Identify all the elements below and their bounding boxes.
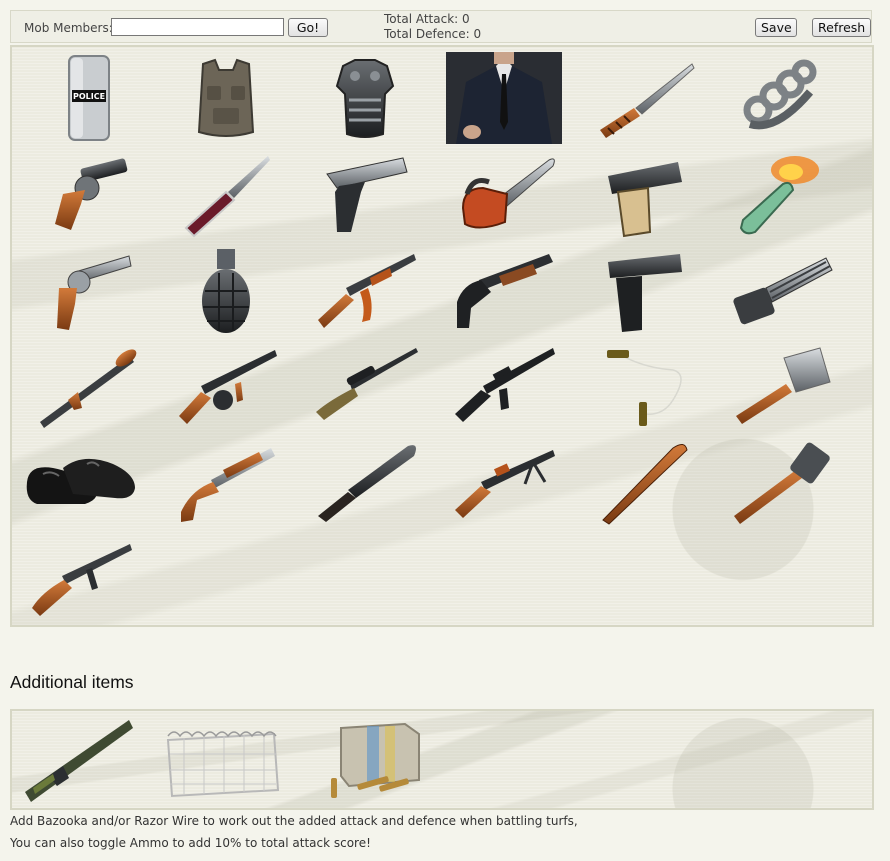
minigun-icon bbox=[733, 257, 833, 325]
additional-items-panel bbox=[10, 709, 874, 810]
total-defence-value: 0 bbox=[473, 27, 482, 41]
hand-grenade-icon bbox=[202, 249, 250, 333]
sniper-rifle-icon bbox=[316, 348, 418, 420]
additional-items-note-line-1: Add Bazooka and/or Razor Wire to work ou… bbox=[10, 814, 578, 828]
ammo-crate-icon bbox=[331, 722, 420, 798]
suit-icon bbox=[446, 52, 562, 144]
weapon-item-brass-knuckles[interactable] bbox=[722, 51, 840, 145]
additional-items-note-line-2: You can also toggle Ammo to add 10% to t… bbox=[10, 836, 371, 850]
tactical-vest-icon bbox=[197, 58, 255, 137]
toolbar: Mob Members: Go! Total Attack: 0 Total D… bbox=[10, 10, 872, 43]
sawed-off-shotgun-icon bbox=[181, 448, 275, 522]
weapon-item-tactical-vest[interactable] bbox=[167, 51, 285, 145]
shotgun-icon bbox=[457, 254, 553, 328]
go-button[interactable]: Go! bbox=[288, 18, 328, 37]
police-riot-shield-icon: POLICE bbox=[68, 55, 110, 141]
weapon-item-assault-rifle[interactable] bbox=[306, 243, 424, 337]
machete-icon bbox=[318, 445, 416, 522]
weapon-item-minigun[interactable] bbox=[722, 243, 840, 337]
weapon-item-submachine-gun[interactable] bbox=[22, 531, 140, 625]
weapon-item-m16[interactable] bbox=[445, 339, 563, 433]
weapon-item-body-armor[interactable] bbox=[306, 51, 424, 145]
additional-item-ammo[interactable] bbox=[318, 713, 436, 807]
additional-items-title: Additional items bbox=[10, 672, 134, 692]
save-button[interactable]: Save bbox=[755, 18, 797, 37]
stick-grenade-icon bbox=[734, 442, 830, 524]
glock-pistol-icon bbox=[608, 254, 682, 332]
assault-rifle-icon bbox=[318, 254, 416, 328]
weapon-item-rpg[interactable] bbox=[30, 339, 148, 433]
totals: Total Attack: 0 Total Defence: 0 bbox=[384, 12, 481, 42]
weapon-item-pistol[interactable] bbox=[306, 147, 424, 241]
weapon-item-riot-shield[interactable]: POLICE bbox=[30, 51, 148, 145]
total-attack-value: 0 bbox=[462, 12, 470, 26]
weapon-item-dress-shoes[interactable] bbox=[22, 435, 140, 529]
molotov-cocktail-icon bbox=[739, 156, 819, 235]
revolver-icon bbox=[57, 255, 132, 330]
weapon-item-shotgun[interactable] bbox=[445, 243, 563, 337]
knife-icon bbox=[600, 63, 695, 138]
weapon-item-hand-grenade[interactable] bbox=[167, 243, 285, 337]
mob-members-label: Mob Members: bbox=[24, 21, 113, 35]
weapon-item-small-pistol[interactable] bbox=[584, 147, 702, 241]
mob-members-input[interactable] bbox=[111, 18, 284, 36]
weapons-panel: POLICE bbox=[10, 45, 874, 627]
weapon-item-tommy-gun[interactable] bbox=[167, 339, 285, 433]
dress-shoes-icon bbox=[26, 458, 135, 504]
refresh-button[interactable]: Refresh bbox=[812, 18, 871, 37]
bazooka-icon bbox=[25, 720, 133, 802]
razor-wire-icon bbox=[166, 731, 280, 798]
weapon-item-glock[interactable] bbox=[584, 243, 702, 337]
weapon-item-garrote[interactable] bbox=[584, 339, 702, 433]
m16-rifle-icon bbox=[455, 348, 555, 422]
total-defence-label: Total Defence: bbox=[384, 27, 470, 41]
shield-label: POLICE bbox=[73, 92, 105, 101]
machine-gun-icon bbox=[455, 450, 555, 518]
weapon-item-knife[interactable] bbox=[584, 51, 702, 145]
meat-cleaver-icon bbox=[736, 347, 831, 424]
submachine-gun-icon bbox=[32, 544, 132, 616]
chainsaw-icon bbox=[461, 158, 555, 229]
additional-item-razor-wire[interactable] bbox=[164, 713, 282, 807]
weapon-item-machine-gun[interactable] bbox=[445, 435, 563, 529]
weapon-item-machete[interactable] bbox=[306, 435, 424, 529]
small-pistol-icon bbox=[608, 162, 682, 238]
snub-revolver-icon bbox=[55, 158, 128, 230]
total-attack: Total Attack: 0 bbox=[384, 12, 481, 27]
total-defence: Total Defence: 0 bbox=[384, 27, 481, 42]
weapon-item-baseball-bat[interactable] bbox=[584, 435, 702, 529]
weapon-item-meat-cleaver[interactable] bbox=[722, 339, 840, 433]
weapon-item-switchblade[interactable] bbox=[167, 147, 285, 241]
brass-knuckles-icon bbox=[743, 59, 817, 130]
weapon-item-molotov[interactable] bbox=[722, 147, 840, 241]
switchblade-icon bbox=[184, 156, 270, 238]
additional-item-bazooka[interactable] bbox=[18, 713, 136, 807]
garrote-wire-icon bbox=[607, 350, 682, 426]
weapon-item-chainsaw[interactable] bbox=[445, 147, 563, 241]
pistol-icon bbox=[326, 157, 408, 232]
weapon-item-snub-revolver[interactable] bbox=[30, 147, 148, 241]
weapon-item-revolver[interactable] bbox=[30, 243, 148, 337]
weapon-item-suit[interactable] bbox=[445, 51, 563, 145]
body-armor-icon bbox=[335, 59, 395, 138]
rpg-launcher-icon bbox=[40, 349, 137, 428]
weapon-item-sawed-off[interactable] bbox=[167, 435, 285, 529]
weapon-item-sniper-rifle[interactable] bbox=[306, 339, 424, 433]
total-attack-label: Total Attack: bbox=[384, 12, 459, 26]
baseball-bat-icon bbox=[602, 444, 688, 525]
weapon-item-stick-grenade[interactable] bbox=[722, 435, 840, 529]
tommy-gun-icon bbox=[179, 350, 277, 424]
